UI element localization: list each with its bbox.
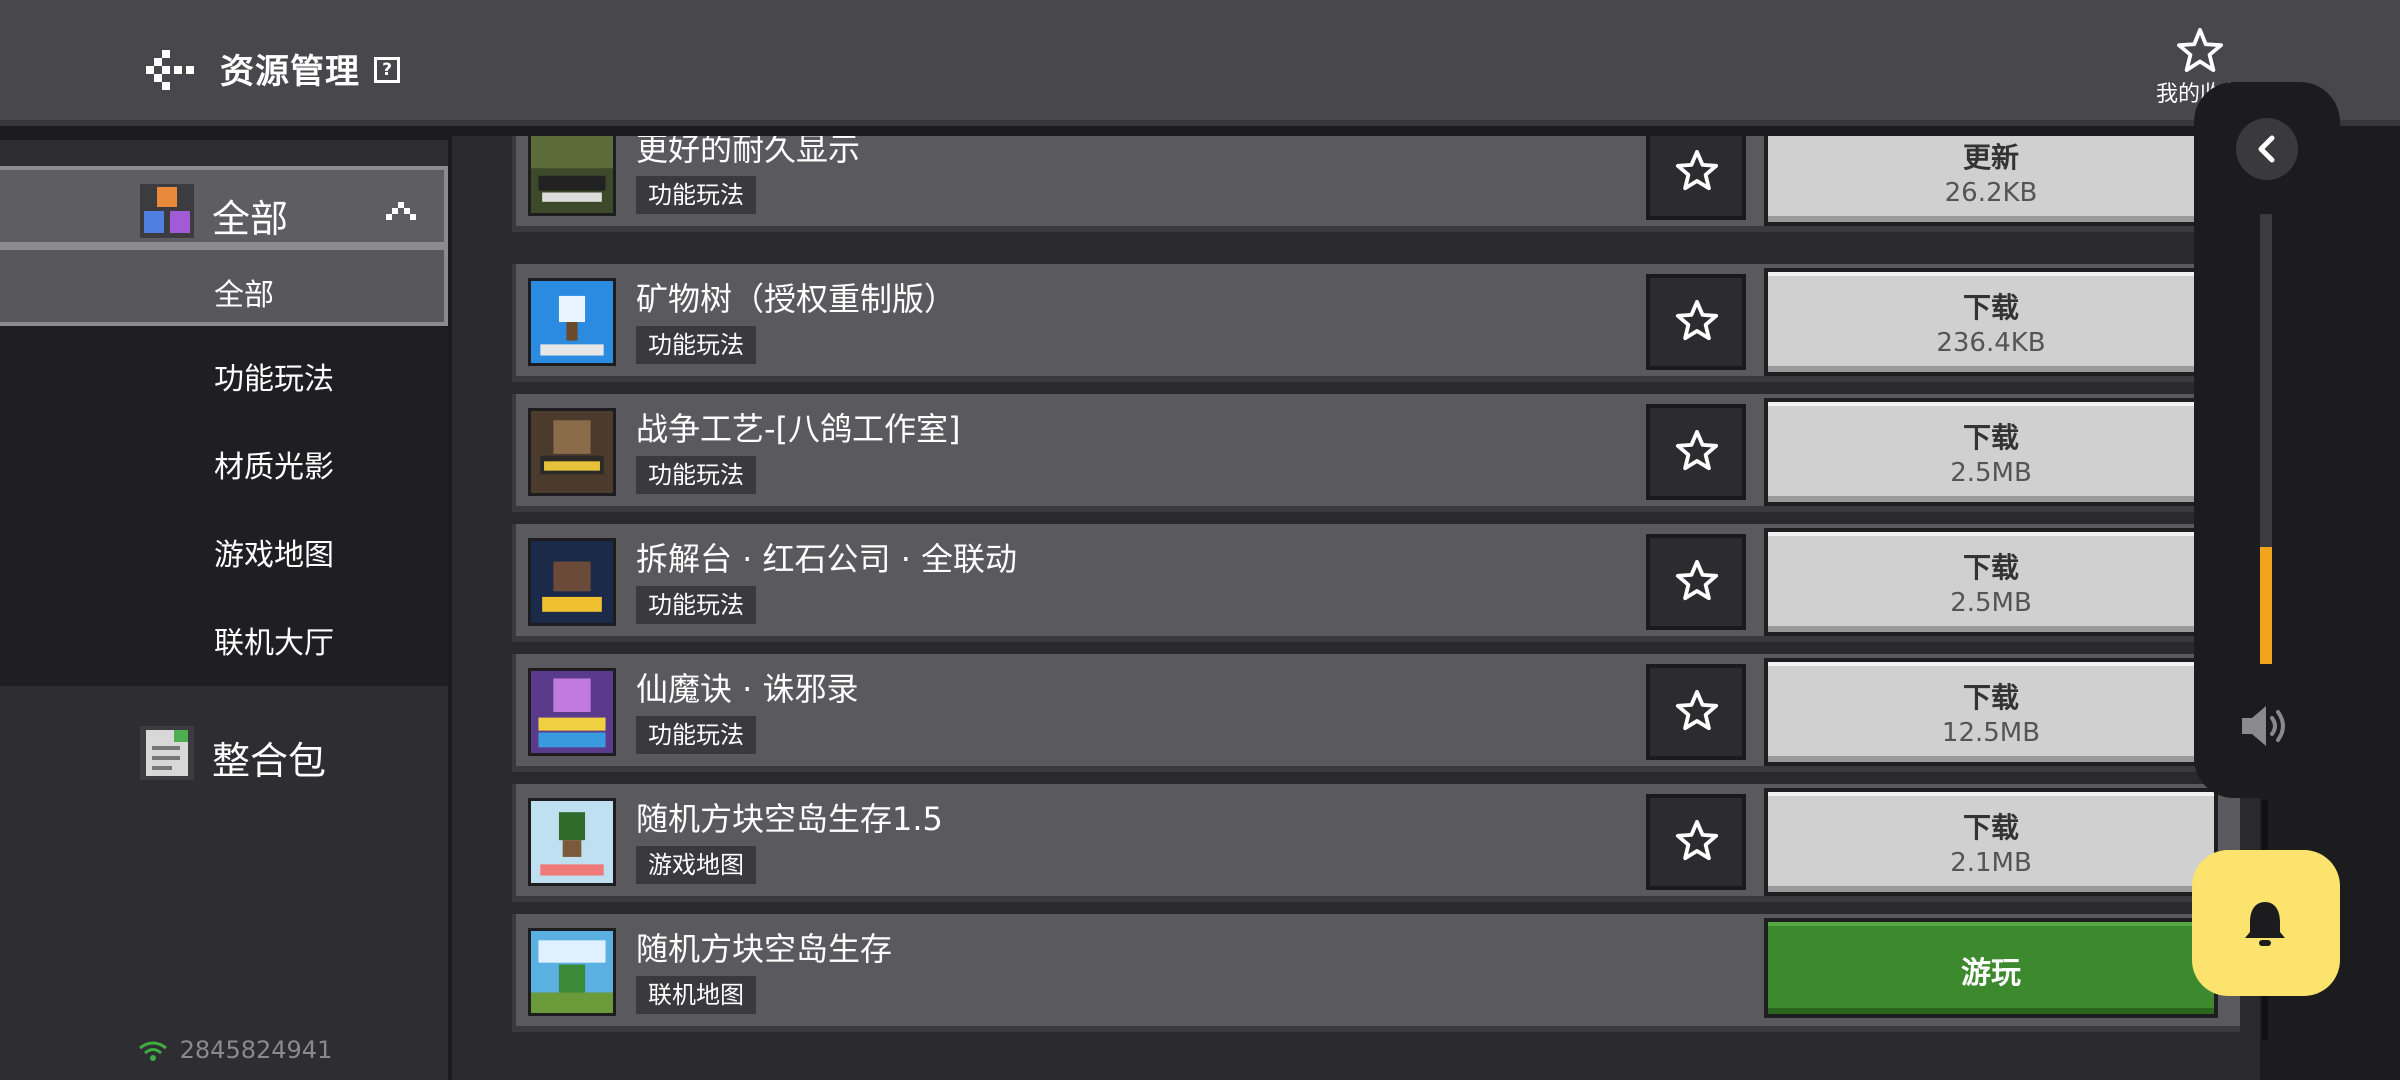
download-button[interactable]: 下载 2.5MB xyxy=(1764,398,2218,506)
page-title: 资源管理 xyxy=(220,52,360,92)
star-icon xyxy=(1675,559,1719,601)
category-modpack-label: 整合包 xyxy=(212,739,327,783)
action-label: 下载 xyxy=(1962,681,2019,714)
favorite-button[interactable] xyxy=(1646,136,1746,220)
list-item[interactable]: 仙魔诀 · 诛邪录 功能玩法 下载 12.5MB xyxy=(512,654,2240,772)
resource-name: 矿物树（授权重制版） xyxy=(636,280,957,318)
resource-name: 拆解台 · 红石公司 · 全联动 xyxy=(636,540,1018,578)
subcategory-label: 全部 xyxy=(214,278,274,313)
subcategory-all[interactable]: 全部 xyxy=(0,246,448,326)
notification-button[interactable] xyxy=(2192,850,2340,996)
subcategory-label: 联机大厅 xyxy=(214,626,334,661)
network-status: 2845824941 xyxy=(138,1036,332,1064)
list-item[interactable]: 随机方块空岛生存1.5 游戏地图 下载 2.1MB xyxy=(512,784,2240,902)
favorite-button[interactable] xyxy=(1646,794,1746,890)
list-item[interactable]: 更好的耐久显示 功能玩法 更新 26.2KB xyxy=(512,136,2240,232)
resource-list[interactable]: 更好的耐久显示 功能玩法 更新 26.2KB 矿物树（授权重制版） 功能玩法 下… xyxy=(452,136,2260,1080)
star-icon xyxy=(1675,689,1719,731)
star-icon xyxy=(2177,28,2223,72)
back-arrow-icon xyxy=(146,50,194,90)
floating-control-panel xyxy=(2194,82,2340,798)
favorite-button[interactable] xyxy=(1646,534,1746,630)
chevron-up-icon xyxy=(386,202,416,220)
list-item[interactable]: 随机方块空岛生存 联机地图 游玩 xyxy=(512,914,2240,1032)
subcategory-textures[interactable]: 材质光影 xyxy=(0,422,448,502)
top-bar: 资源管理 ? 我的收藏 xyxy=(0,0,2400,126)
download-button[interactable]: 下载 2.1MB xyxy=(1764,788,2218,896)
category-modpack[interactable]: 整合包 xyxy=(0,712,448,792)
collapse-panel-button[interactable] xyxy=(2236,118,2298,180)
resource-thumbnail xyxy=(528,668,616,756)
file-size: 12.5MB xyxy=(1941,718,2041,748)
list-item[interactable]: 战争工艺-[八鸽工作室] 功能玩法 下载 2.5MB xyxy=(512,394,2240,512)
action-label: 下载 xyxy=(1962,291,2019,324)
back-button[interactable] xyxy=(146,48,196,92)
file-size: 2.5MB xyxy=(1950,458,2032,488)
list-item[interactable]: 矿物树（授权重制版） 功能玩法 下载 236.4KB xyxy=(512,264,2240,382)
resource-name: 更好的耐久显示 xyxy=(636,136,861,168)
play-button[interactable]: 游玩 xyxy=(1764,918,2218,1018)
wifi-icon xyxy=(139,1041,167,1061)
subcategory-label: 游戏地图 xyxy=(214,538,334,573)
modpack-icon xyxy=(140,726,194,780)
favorite-button[interactable] xyxy=(1646,664,1746,760)
category-all[interactable]: 全部 xyxy=(0,166,448,246)
file-size: 2.5MB xyxy=(1950,588,2032,618)
network-id: 2845824941 xyxy=(179,1036,333,1064)
volume-slider[interactable] xyxy=(2260,214,2272,664)
help-icon[interactable]: ? xyxy=(374,57,400,83)
download-button[interactable]: 下载 236.4KB xyxy=(1764,268,2218,376)
subcategory-label: 材质光影 xyxy=(214,450,334,485)
resource-thumbnail xyxy=(528,136,616,216)
volume-icon[interactable] xyxy=(2240,704,2292,748)
subcategory-multiplayer[interactable]: 联机大厅 xyxy=(0,598,448,678)
resource-tag: 功能玩法 xyxy=(636,326,756,364)
resource-thumbnail xyxy=(528,928,616,1016)
resource-thumbnail xyxy=(528,278,616,366)
chevron-left-icon xyxy=(2258,135,2275,163)
resource-thumbnail xyxy=(528,538,616,626)
file-size: 26.2KB xyxy=(1944,178,2038,208)
action-label: 游玩 xyxy=(1961,956,2021,991)
resource-name: 随机方块空岛生存 xyxy=(636,930,893,968)
resource-name: 仙魔诀 · 诛邪录 xyxy=(636,670,859,708)
volume-slider-fill xyxy=(2260,547,2272,664)
star-icon xyxy=(1675,429,1719,471)
subcategory-label: 功能玩法 xyxy=(214,362,334,397)
resource-tag: 功能玩法 xyxy=(636,716,756,754)
resource-tag: 功能玩法 xyxy=(636,456,756,494)
star-icon xyxy=(1675,149,1719,191)
resource-tag: 功能玩法 xyxy=(636,176,756,214)
star-icon xyxy=(1675,299,1719,341)
bell-icon xyxy=(2245,902,2285,946)
category-all-label: 全部 xyxy=(212,197,289,241)
download-button[interactable]: 下载 12.5MB xyxy=(1764,658,2218,766)
resource-thumbnail xyxy=(528,408,616,496)
update-button[interactable]: 更新 26.2KB xyxy=(1764,136,2218,226)
resource-thumbnail xyxy=(528,798,616,886)
action-label: 下载 xyxy=(1962,421,2019,454)
action-label: 更新 xyxy=(1962,141,2019,174)
favorite-button[interactable] xyxy=(1646,404,1746,500)
file-size: 236.4KB xyxy=(1936,328,2046,358)
action-label: 下载 xyxy=(1962,551,2019,584)
resource-tag: 功能玩法 xyxy=(636,586,756,624)
category-sidebar: 全部 全部 功能玩法 材质光影 游戏地图 联机大厅 整合包 xyxy=(0,140,448,1080)
download-button[interactable]: 下载 2.5MB xyxy=(1764,528,2218,636)
subcategory-gameplay[interactable]: 功能玩法 xyxy=(0,334,448,414)
favorite-button[interactable] xyxy=(1646,274,1746,370)
resource-tag: 联机地图 xyxy=(636,976,756,1014)
resource-name: 随机方块空岛生存1.5 xyxy=(636,800,943,838)
star-icon xyxy=(1675,819,1719,861)
resource-name: 战争工艺-[八鸽工作室] xyxy=(636,410,961,448)
list-item[interactable]: 拆解台 · 红石公司 · 全联动 功能玩法 下载 2.5MB xyxy=(512,524,2240,642)
resource-tag: 游戏地图 xyxy=(636,846,756,884)
all-resources-icon xyxy=(140,184,194,238)
subcategory-maps[interactable]: 游戏地图 xyxy=(0,510,448,590)
subcategory-list: 全部 功能玩法 材质光影 游戏地图 联机大厅 xyxy=(0,246,448,686)
action-label: 下载 xyxy=(1962,811,2019,844)
file-size: 2.1MB xyxy=(1950,848,2032,878)
